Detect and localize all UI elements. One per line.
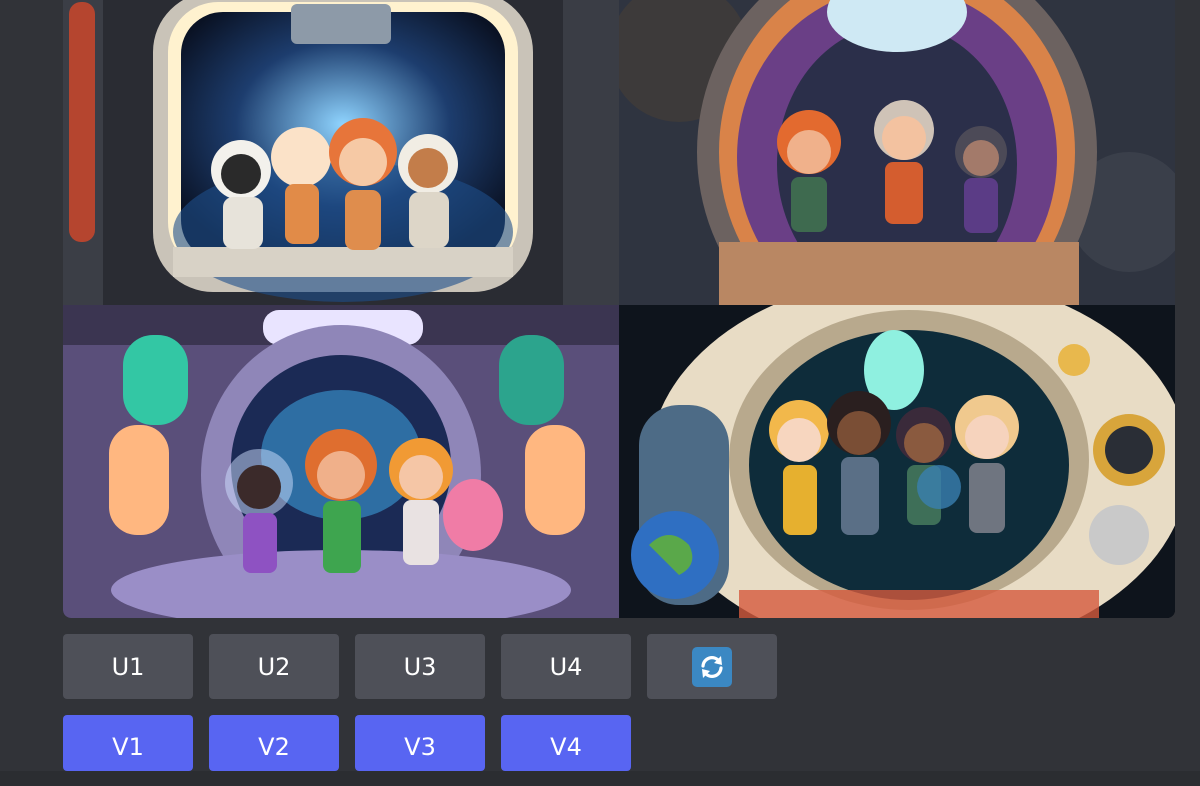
upscale-button-2[interactable]: U2	[209, 634, 339, 699]
upscale-button-row: U1 U2 U3 U4	[63, 634, 777, 699]
reroll-button[interactable]	[647, 634, 777, 699]
upscale-button-3[interactable]: U3	[355, 634, 485, 699]
reroll-icon	[692, 646, 732, 687]
image-tile-1	[63, 0, 619, 305]
bottom-divider	[0, 771, 1200, 786]
tile-2-illustration	[619, 0, 1175, 305]
tile-1-illustration	[63, 0, 619, 305]
image-tile-3	[63, 305, 619, 618]
tile-3-illustration	[63, 305, 619, 618]
upscale-button-4[interactable]: U4	[501, 634, 631, 699]
bot-message: U1 U2 U3 U4 V1 V2 V3 V4	[0, 0, 1200, 786]
variation-button-3[interactable]: V3	[355, 715, 485, 771]
upscale-button-1[interactable]: U1	[63, 634, 193, 699]
variation-button-1[interactable]: V1	[63, 715, 193, 771]
variation-button-4[interactable]: V4	[501, 715, 631, 771]
variation-button-2[interactable]: V2	[209, 715, 339, 771]
image-tile-2	[619, 0, 1175, 305]
image-tile-4	[619, 305, 1175, 618]
generated-image-grid[interactable]	[63, 0, 1175, 618]
tile-4-illustration	[619, 305, 1175, 618]
variation-button-row: V1 V2 V3 V4	[63, 715, 631, 771]
